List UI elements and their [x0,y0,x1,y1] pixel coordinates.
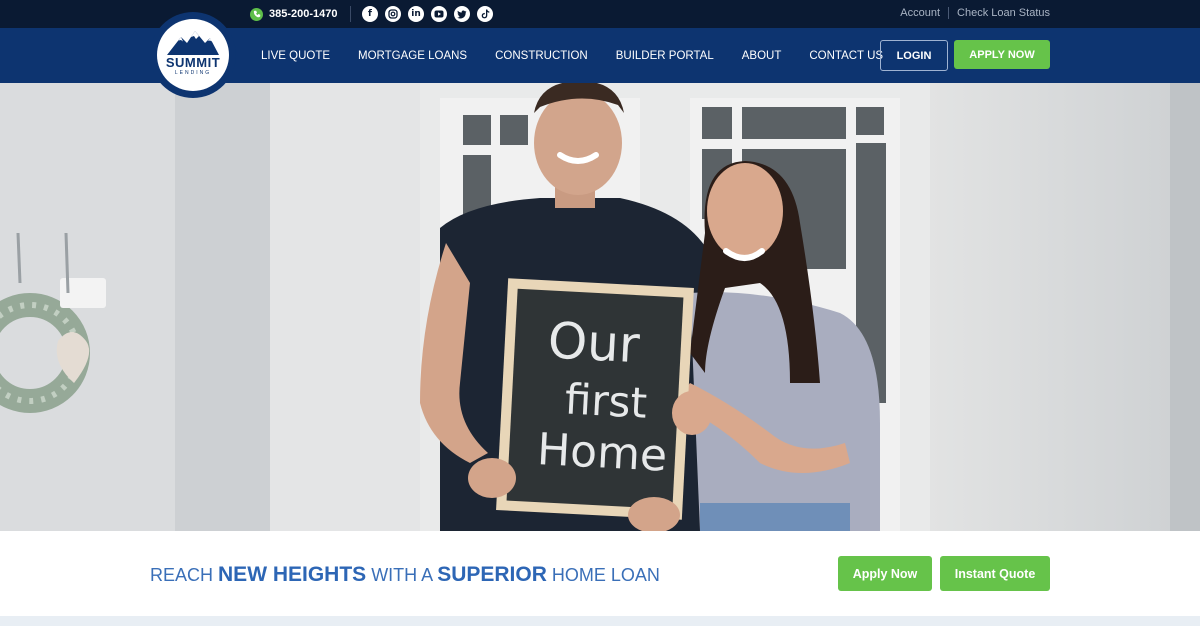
twitter-icon[interactable] [454,6,470,22]
facebook-icon[interactable]: f [362,6,378,22]
instant-quote-button[interactable]: Instant Quote [940,556,1050,591]
tagline-part-1: REACH [150,565,219,585]
login-button[interactable]: LOGIN [880,40,948,71]
apply-now-button[interactable]: APPLY NOW [954,40,1050,69]
tagline: REACH NEW HEIGHTS WITH A SUPERIOR HOME L… [150,563,660,587]
hero-photo: Our first Home [0,83,1200,531]
phone-link[interactable]: 385-200-1470 [250,7,338,21]
chalkboard-line-1: Our [546,311,641,374]
social-links: f in [362,6,493,22]
chalkboard-line-3: Home [536,424,668,482]
nav-item-construction[interactable]: CONSTRUCTION [495,50,588,62]
nav-item-builder-portal[interactable]: BUILDER PORTAL [616,50,714,62]
apply-now-cta[interactable]: Apply Now [838,556,932,591]
hero-image: Our first Home [0,83,1200,531]
tiktok-icon[interactable] [477,6,493,22]
divider [350,6,351,22]
tagline-emphasis-2: SUPERIOR [437,563,547,586]
nav-menu: LIVE QUOTE MORTGAGE LOANS CONSTRUCTION B… [261,28,911,83]
tagline-emphasis-1: NEW HEIGHTS [218,563,367,586]
tagline-part-3: HOME LOAN [546,565,660,585]
youtube-icon[interactable] [431,6,447,22]
account-links: Account Check Loan Status [900,7,1050,19]
site-logo[interactable]: SUMMIT LENDING [157,19,229,91]
link-separator [948,7,950,19]
logo-name: SUMMIT [165,55,221,70]
linkedin-icon[interactable]: in [408,6,424,22]
account-link[interactable]: Account [900,7,940,19]
chalkboard-line-2: first [564,374,649,427]
phone-number: 385-200-1470 [269,8,338,20]
mountain-icon [167,31,219,55]
phone-icon [250,7,263,21]
nav-item-mortgage-loans[interactable]: MORTGAGE LOANS [358,50,467,62]
tagline-bar: REACH NEW HEIGHTS WITH A SUPERIOR HOME L… [0,531,1200,616]
next-section-edge [0,616,1200,626]
instagram-icon[interactable] [385,6,401,22]
nav-item-about[interactable]: ABOUT [742,50,782,62]
tagline-part-2: WITH A [366,565,438,585]
logo-subtitle: LENDING [174,70,212,76]
nav-item-contact-us[interactable]: CONTACT US [809,50,883,62]
nav-item-live-quote[interactable]: LIVE QUOTE [261,50,330,62]
check-loan-status-link[interactable]: Check Loan Status [957,7,1050,19]
